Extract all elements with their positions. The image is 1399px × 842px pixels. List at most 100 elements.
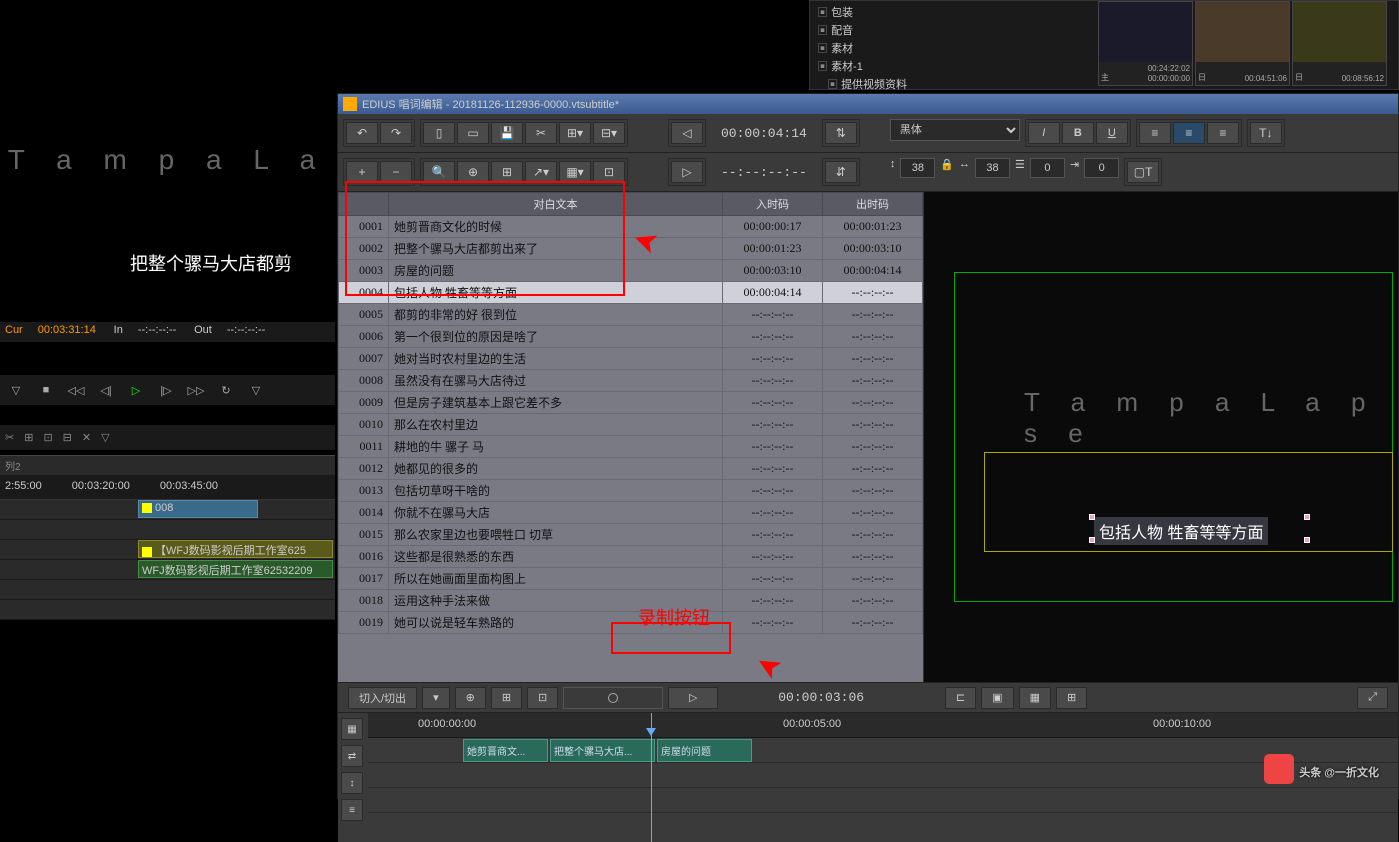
row-text[interactable]: 包括人物 牲畜等等方面 [389, 282, 723, 304]
row-in-tc[interactable]: --:--:--:-- [723, 568, 823, 590]
zoom-button[interactable]: ⊕ [457, 161, 489, 183]
subtitle-row[interactable]: 0007她对当时农村里边的生活--:--:--:----:--:--:-- [339, 348, 923, 370]
row-text[interactable]: 耕地的牛 骡子 马 [389, 436, 723, 458]
cut-icon[interactable]: ✂ [5, 431, 14, 444]
row-in-tc[interactable]: --:--:--:-- [723, 590, 823, 612]
row-out-tc[interactable]: --:--:--:-- [823, 304, 923, 326]
tool-button[interactable]: ⊞ [491, 687, 522, 709]
spacing-input[interactable] [1030, 158, 1065, 178]
row-in-tc[interactable]: --:--:--:-- [723, 436, 823, 458]
row-out-tc[interactable]: --:--:--:-- [823, 480, 923, 502]
row-out-tc[interactable]: --:--:--:-- [823, 348, 923, 370]
row-in-tc[interactable]: --:--:--:-- [723, 304, 823, 326]
paste-button[interactable]: ⊟▾ [593, 122, 625, 144]
redo-button[interactable]: ↷ [380, 122, 412, 144]
row-out-tc[interactable]: --:--:--:-- [823, 612, 923, 634]
tool-icon[interactable]: ⊟ [63, 431, 72, 444]
tool-icon[interactable]: ⊞ [24, 431, 33, 444]
playhead[interactable] [651, 713, 652, 842]
globe-button[interactable]: ⊕ [455, 687, 486, 709]
row-in-tc[interactable]: --:--:--:-- [723, 348, 823, 370]
subtitle-preview[interactable]: T a m p a L a p s e 包括人物 牲畜等等方面 [923, 192, 1398, 682]
subtitle-row[interactable]: 0004包括人物 牲畜等等方面00:00:04:14--:--:--:-- [339, 282, 923, 304]
row-text[interactable]: 虽然没有在骡马大店待过 [389, 370, 723, 392]
row-text[interactable]: 包括切草呀干啥的 [389, 480, 723, 502]
tool-icon[interactable]: ≡ [341, 799, 363, 821]
bin-item[interactable]: 素材 [812, 39, 1088, 57]
align-left-button[interactable]: ≡ [1139, 122, 1171, 144]
subtitle-row[interactable]: 0010那么在农村里边--:--:--:----:--:--:-- [339, 414, 923, 436]
new-button[interactable]: ▯ [423, 122, 455, 144]
row-out-tc[interactable]: --:--:--:-- [823, 282, 923, 304]
row-in-tc[interactable]: --:--:--:-- [723, 524, 823, 546]
play-button[interactable]: ▷ [668, 687, 718, 709]
tool-icon[interactable]: ↕ [341, 772, 363, 794]
row-text[interactable]: 这些都是很熟悉的东西 [389, 546, 723, 568]
align-right-button[interactable]: ≡ [1207, 122, 1239, 144]
tool-icon[interactable]: ✕ [82, 431, 91, 444]
tool-icon[interactable]: ⇄ [341, 745, 363, 767]
row-in-tc[interactable]: --:--:--:-- [723, 612, 823, 634]
row-in-tc[interactable]: --:--:--:-- [723, 480, 823, 502]
row-out-tc[interactable]: --:--:--:-- [823, 590, 923, 612]
video-clip[interactable]: 008 [138, 500, 258, 518]
subtitle-clip[interactable]: 把整个骡马大店... [550, 739, 655, 762]
row-text[interactable]: 她对当时农村里边的生活 [389, 348, 723, 370]
row-in-tc[interactable]: 00:00:04:14 [723, 282, 823, 304]
title-clip[interactable]: WFJ数码影视后期工作室62532209 [138, 560, 333, 578]
timeline-ruler[interactable]: 2:55:0000:03:20:0000:03:45:00 [0, 475, 335, 500]
font-width-input[interactable] [975, 158, 1010, 178]
row-out-tc[interactable]: --:--:--:-- [823, 502, 923, 524]
subtitle-row[interactable]: 0014你就不在骡马大店--:--:--:----:--:--:-- [339, 502, 923, 524]
row-out-tc[interactable]: --:--:--:-- [823, 414, 923, 436]
resize-handle[interactable] [1089, 514, 1095, 520]
row-text[interactable]: 你就不在骡马大店 [389, 502, 723, 524]
tool-button[interactable]: ▦ [1019, 687, 1051, 709]
row-in-tc[interactable]: 00:00:00:17 [723, 216, 823, 238]
row-in-tc[interactable]: --:--:--:-- [723, 546, 823, 568]
row-in-tc[interactable]: --:--:--:-- [723, 502, 823, 524]
font-size-input[interactable] [900, 158, 935, 178]
tool-button[interactable]: ↗▾ [525, 161, 557, 183]
subtitle-row[interactable]: 0005都剪的非常的好 很到位--:--:--:----:--:--:-- [339, 304, 923, 326]
subtitle-row[interactable]: 0015那么农家里边也要喂牲口 切草--:--:--:----:--:--:-- [339, 524, 923, 546]
row-text[interactable]: 运用这种手法来做 [389, 590, 723, 612]
subtitle-row[interactable]: 0001她剪晋商文化的时候00:00:00:1700:00:01:23 [339, 216, 923, 238]
tool-icon[interactable]: ▽ [101, 431, 109, 444]
row-out-tc[interactable]: 00:00:04:14 [823, 260, 923, 282]
bin-item[interactable]: 包装 [812, 3, 1088, 21]
tool-button[interactable]: ⊡ [593, 161, 625, 183]
sync-button[interactable]: ⇅ [825, 122, 857, 144]
save-button[interactable]: 💾 [491, 122, 523, 144]
dropdown-button[interactable]: ▾ [422, 687, 450, 709]
subtitle-table[interactable]: 对白文本 入时码 出时码 0001她剪晋商文化的时候00:00:00:1700:… [338, 192, 923, 682]
resize-handle[interactable] [1304, 537, 1310, 543]
step-fwd-button[interactable]: |▷ [155, 379, 177, 401]
row-out-tc[interactable]: --:--:--:-- [823, 370, 923, 392]
marker-out-button[interactable]: ▷ [671, 161, 703, 183]
row-text[interactable]: 她剪晋商文化的时候 [389, 216, 723, 238]
subtitle-row[interactable]: 0002把整个骡马大店都剪出来了00:00:01:2300:00:03:10 [339, 238, 923, 260]
subtitle-ruler[interactable]: 00:00:00:00 00:00:05:00 00:00:10:00 [368, 713, 1398, 738]
subtitle-row[interactable]: 0016这些都是很熟悉的东西--:--:--:----:--:--:-- [339, 546, 923, 568]
text-style-button[interactable]: T↓ [1250, 122, 1282, 144]
row-out-tc[interactable]: 00:00:03:10 [823, 238, 923, 260]
row-in-tc[interactable]: --:--:--:-- [723, 370, 823, 392]
bin-item[interactable]: 提供视频资料 [812, 75, 1088, 93]
add-button[interactable]: + [346, 161, 378, 183]
row-out-tc[interactable]: --:--:--:-- [823, 392, 923, 414]
find-button[interactable]: 🔍 [423, 161, 455, 183]
subtitle-row[interactable]: 0006第一个很到位的原因是啥了--:--:--:----:--:--:-- [339, 326, 923, 348]
subtitle-clip[interactable]: 房屋的问题 [657, 739, 752, 762]
row-in-tc[interactable]: --:--:--:-- [723, 392, 823, 414]
subtitle-row[interactable]: 0008虽然没有在骡马大店待过--:--:--:----:--:--:-- [339, 370, 923, 392]
bold-button[interactable]: B [1062, 122, 1094, 144]
title-clip[interactable]: 【WFJ数码影视后期工作室625 [138, 540, 333, 558]
row-text[interactable]: 那么农家里边也要喂牲口 切草 [389, 524, 723, 546]
expand-button[interactable]: ⤢ [1357, 687, 1388, 709]
col-header-num[interactable] [339, 193, 389, 216]
row-in-tc[interactable]: --:--:--:-- [723, 326, 823, 348]
row-text[interactable]: 但是房子建筑基本上跟它差不多 [389, 392, 723, 414]
row-text[interactable]: 把整个骡马大店都剪出来了 [389, 238, 723, 260]
tool-button[interactable]: ⊞ [1056, 687, 1087, 709]
